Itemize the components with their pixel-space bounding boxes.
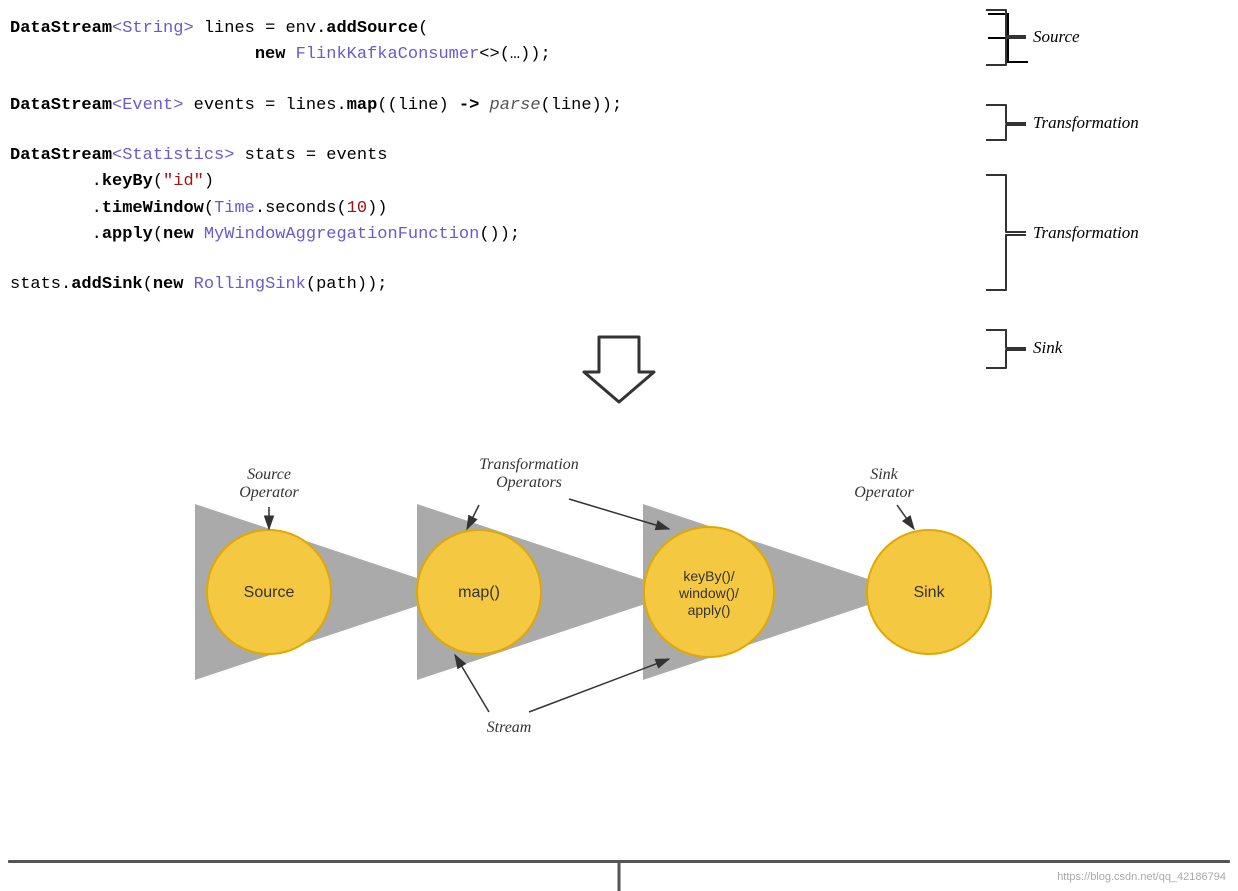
svg-text:Stream: Stream — [487, 719, 532, 736]
code-line: .apply(new MyWindowAggregationFunction()… — [10, 222, 968, 248]
annotations-svg: Source Transformation Transformation Sin… — [978, 0, 1238, 400]
svg-text:window()/: window()/ — [678, 585, 739, 601]
watermark: https://blog.csdn.net/qq_42186794 — [1057, 871, 1226, 883]
code-group-source: DataStream<String> lines = env.addSource… — [10, 16, 968, 69]
code-group-transform1: DataStream<Event> events = lines.map((li… — [10, 93, 968, 119]
svg-text:Operators: Operators — [496, 474, 562, 491]
svg-text:Source: Source — [247, 466, 291, 483]
down-arrow-icon — [579, 327, 659, 407]
svg-text:apply(): apply() — [688, 602, 731, 618]
svg-text:Sink: Sink — [1033, 338, 1063, 357]
code-line: DataStream<String> lines = env.addSource… — [10, 16, 968, 42]
bottom-tick — [618, 863, 621, 891]
svg-text:Sink: Sink — [913, 584, 945, 601]
diagram-section: Source map() keyBy()/ window()/ apply() … — [0, 417, 1238, 757]
main-container: DataStream<String> lines = env.addSource… — [0, 0, 1238, 891]
code-group-sink: stats.addSink(new RollingSink(path)); — [10, 272, 968, 298]
code-group-transform2: DataStream<Statistics> stats = events .k… — [10, 143, 968, 248]
code-line: .keyBy("id") — [10, 169, 968, 195]
code-line: new FlinkKafkaConsumer<>(…)); — [10, 42, 968, 68]
code-line: DataStream<Event> events = lines.map((li… — [10, 93, 968, 119]
svg-text:Source: Source — [1033, 27, 1080, 46]
svg-text:Source: Source — [244, 584, 295, 601]
svg-text:Operator: Operator — [854, 484, 914, 501]
svg-text:Transformation: Transformation — [1033, 223, 1139, 242]
svg-text:Operator: Operator — [239, 484, 299, 501]
svg-text:Transformation: Transformation — [479, 456, 579, 473]
code-line: stats.addSink(new RollingSink(path)); — [10, 272, 968, 298]
code-line: DataStream<Statistics> stats = events — [10, 143, 968, 169]
svg-text:keyBy()/: keyBy()/ — [683, 568, 734, 584]
svg-text:Sink: Sink — [870, 466, 898, 483]
svg-text:Transformation: Transformation — [1033, 113, 1139, 132]
diagram-svg: Source map() keyBy()/ window()/ apply() … — [0, 417, 1238, 757]
svg-text:map(): map() — [458, 584, 500, 601]
code-line: .timeWindow(Time.seconds(10)) — [10, 196, 968, 222]
